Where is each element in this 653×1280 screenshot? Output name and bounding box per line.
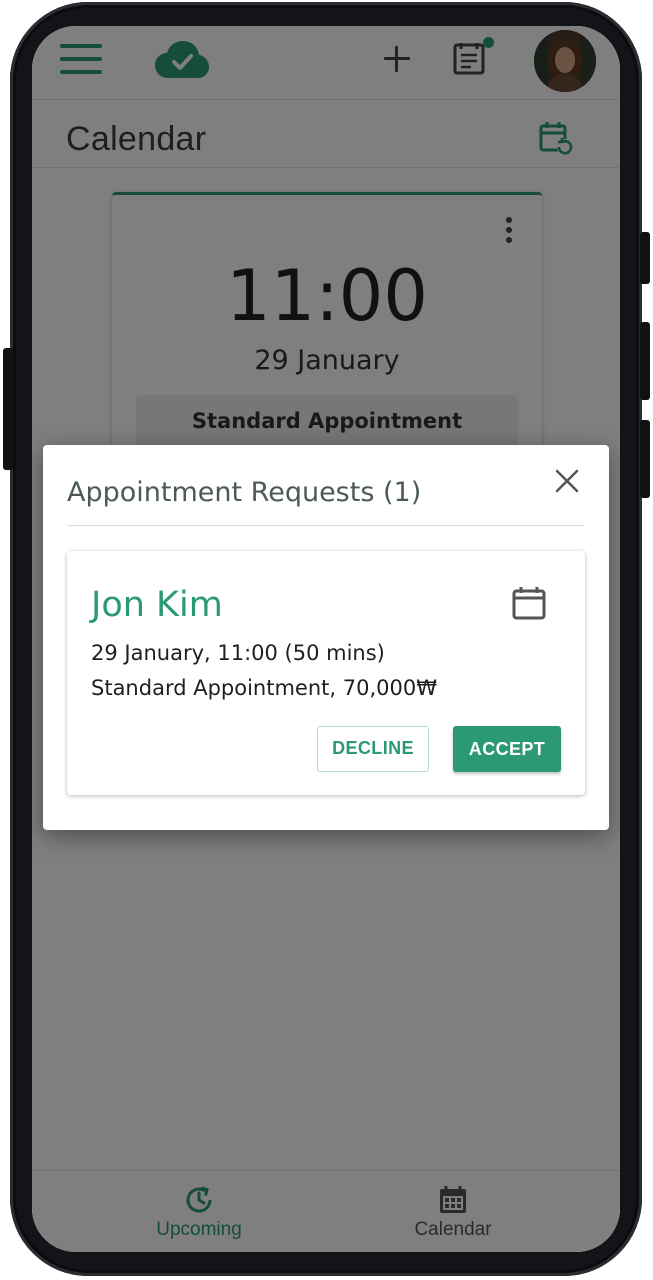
phone-side-button-left [3,348,13,470]
appointment-requests-dialog: Appointment Requests (1) Jon Kim 29 Janu… [43,445,609,830]
phone-screen: Calendar 11:00 29 January Standard Appoi… [32,26,620,1252]
dialog-divider [67,525,585,526]
request-card: Jon Kim 29 January, 11:00 (50 mins) Stan… [67,551,585,795]
calendar-icon[interactable] [511,585,547,626]
decline-button[interactable]: DECLINE [317,726,429,772]
accept-button[interactable]: ACCEPT [453,726,561,772]
close-icon[interactable] [553,467,581,495]
phone-side-button-right-3 [640,420,650,498]
phone-side-button-right-1 [640,232,650,284]
dialog-title: Appointment Requests (1) [67,477,422,508]
request-service: Standard Appointment, 70,000₩ [91,676,437,700]
request-datetime: 29 January, 11:00 (50 mins) [91,641,385,665]
requester-name: Jon Kim [91,585,223,625]
phone-side-button-right-2 [640,322,650,400]
